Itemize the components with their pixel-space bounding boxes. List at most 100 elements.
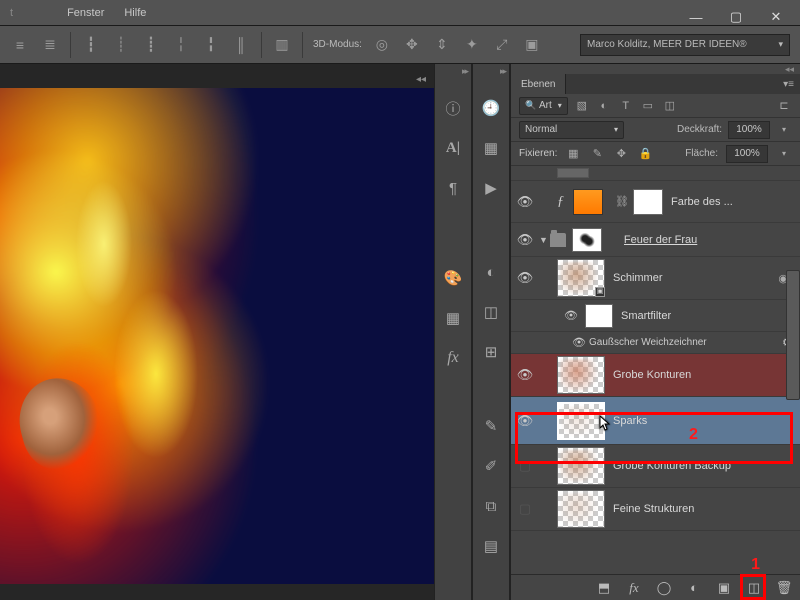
layer-row[interactable]: 👁 ▣ Schimmer ◉ bbox=[511, 257, 800, 300]
align-icon[interactable]: ≣ bbox=[40, 35, 60, 55]
filter-smart-icon[interactable]: ◫ bbox=[662, 98, 678, 114]
visibility-eye-icon[interactable]: 👁 bbox=[511, 367, 539, 383]
layers-panel: ◂◂ Ebenen ▾≡ 🔍 Art▾ ▧ ◐ T ▭ ◫ ⊏ Normal▾ … bbox=[510, 64, 800, 600]
distribute-icon[interactable]: ╏ bbox=[201, 35, 221, 55]
lock-position-icon[interactable]: ✥ bbox=[613, 146, 629, 162]
3d-dolly-icon[interactable]: ⇕ bbox=[432, 35, 452, 55]
layer-group-row[interactable]: 👁 ▼ Feuer der Frau bbox=[511, 223, 800, 257]
visibility-eye-icon[interactable]: 👁 bbox=[569, 336, 589, 349]
filter-pixel-icon[interactable]: ▧ bbox=[574, 98, 590, 114]
distribute-icon[interactable]: ║ bbox=[231, 35, 251, 55]
layer-name: Farbe des ... bbox=[671, 196, 794, 208]
layer-mask-icon[interactable]: ◯ bbox=[656, 580, 672, 596]
menu-fenster[interactable]: Fenster bbox=[67, 7, 104, 19]
3d-mode-label: 3D-Modus: bbox=[313, 39, 362, 50]
filter-mask-thumb bbox=[585, 304, 613, 328]
filter-toggle[interactable]: ⊏ bbox=[776, 98, 792, 114]
adjustment-layer-icon[interactable]: ◐ bbox=[686, 580, 702, 596]
color-icon[interactable]: ▦ bbox=[443, 308, 463, 328]
minimize-button[interactable]: — bbox=[687, 10, 705, 24]
collapsed-panel-strip-2: ▸▸ 🕘 ▦ ▶ ◐ ◫ ⊞ ✎ ✐ ⧉ ▤ bbox=[472, 64, 510, 600]
channels-icon[interactable]: ◫ bbox=[481, 302, 501, 322]
disclosure-open-icon[interactable]: ▼ bbox=[539, 235, 548, 245]
layer-name: Feuer der Frau bbox=[624, 234, 794, 246]
layer-name: Sparks bbox=[613, 415, 794, 427]
visibility-off-icon[interactable]: ▢ bbox=[511, 458, 539, 474]
new-layer-icon[interactable]: ◫ bbox=[746, 580, 762, 596]
blend-mode-dropdown[interactable]: Normal▾ bbox=[519, 121, 624, 139]
chevron-down-icon[interactable]: ▾ bbox=[776, 122, 792, 138]
3d-scale-icon[interactable]: ⤢ bbox=[492, 35, 512, 55]
collapse-icon[interactable]: ◂◂ bbox=[416, 74, 426, 88]
info-icon[interactable]: ⓘ bbox=[443, 98, 463, 118]
filter-type-icon[interactable]: T bbox=[618, 98, 634, 114]
close-button[interactable]: ✕ bbox=[767, 10, 785, 24]
new-group-icon[interactable]: ▣ bbox=[716, 580, 732, 596]
adjustments-icon[interactable]: ◐ bbox=[481, 262, 501, 282]
navigator-icon[interactable]: ⊞ bbox=[481, 342, 501, 362]
distribute-icon[interactable]: ┇ bbox=[81, 35, 101, 55]
clone-source-icon[interactable]: ⧉ bbox=[481, 496, 501, 516]
visibility-eye-icon[interactable]: 👁 bbox=[511, 194, 539, 210]
styles-icon[interactable]: fx bbox=[443, 348, 463, 368]
chevron-down-icon[interactable]: ▾ bbox=[776, 146, 792, 162]
visibility-off-icon[interactable]: ▢ bbox=[511, 501, 539, 517]
filter-adjust-icon[interactable]: ◐ bbox=[596, 98, 612, 114]
opacity-input[interactable]: 100% bbox=[728, 121, 770, 139]
lock-transparency-icon[interactable]: ▦ bbox=[565, 146, 581, 162]
smartfilter-item[interactable]: 👁 Gaußscher Weichzeichner ⚙ bbox=[511, 332, 800, 354]
options-bar: ≡ ≣ ┇ ┊ ┋ ╎ ╏ ║ ▥ 3D-Modus: ◎ ✥ ⇕ ✦ ⤢ ▣ … bbox=[0, 26, 800, 64]
3d-slide-icon[interactable]: ✦ bbox=[462, 35, 482, 55]
visibility-eye-icon[interactable]: 👁 bbox=[511, 232, 539, 248]
visibility-eye-icon[interactable]: 👁 bbox=[511, 270, 539, 286]
history-icon[interactable]: 🕘 bbox=[481, 98, 501, 118]
layer-row[interactable]: 👁 ƒ ⛓ Farbe des ... bbox=[511, 181, 800, 223]
link-layers-icon[interactable]: ⬒ bbox=[596, 580, 612, 596]
align-icon[interactable]: ≡ bbox=[10, 35, 30, 55]
play-icon[interactable]: ▶ bbox=[481, 178, 501, 198]
fill-input[interactable]: 100% bbox=[726, 145, 768, 163]
layer-fx-icon[interactable]: fx bbox=[626, 580, 642, 596]
distribute-icon[interactable]: ╎ bbox=[171, 35, 191, 55]
workspace-label: Marco Kolditz, MEER DER IDEEN® bbox=[587, 39, 747, 50]
tool-presets-icon[interactable]: ▤ bbox=[481, 536, 501, 556]
layer-row[interactable]: ▢ Grobe Konturen Backup bbox=[511, 445, 800, 488]
brush-icon[interactable]: ✎ bbox=[481, 416, 501, 436]
3d-camera-icon[interactable]: ▣ bbox=[522, 35, 542, 55]
brush-presets-icon[interactable]: ✐ bbox=[481, 456, 501, 476]
canvas[interactable] bbox=[0, 88, 440, 584]
expand-icon[interactable]: ▸▸ bbox=[500, 66, 505, 77]
layer-filter-bar: 🔍 Art▾ ▧ ◐ T ▭ ◫ ⊏ bbox=[511, 94, 800, 118]
actions-icon[interactable]: ▦ bbox=[481, 138, 501, 158]
layer-row[interactable]: 👁 Grobe Konturen bbox=[511, 354, 800, 397]
filter-shape-icon[interactable]: ▭ bbox=[640, 98, 656, 114]
visibility-eye-icon[interactable]: 👁 bbox=[511, 413, 539, 429]
distribute-icon[interactable]: ┋ bbox=[141, 35, 161, 55]
distribute-icon[interactable]: ▥ bbox=[272, 35, 292, 55]
smartfilter-row[interactable]: 👁 Smartfilter bbox=[511, 300, 800, 332]
layer-row[interactable]: ▢ Feine Strukturen bbox=[511, 488, 800, 531]
scrollbar-thumb[interactable] bbox=[786, 270, 800, 400]
workspace-dropdown[interactable]: Marco Kolditz, MEER DER IDEEN® ▾ bbox=[580, 34, 790, 56]
filter-kind-dropdown[interactable]: 🔍 Art▾ bbox=[519, 97, 568, 115]
paragraph-icon[interactable]: ¶ bbox=[443, 178, 463, 198]
delete-layer-icon[interactable]: 🗑 bbox=[776, 580, 792, 596]
mask-thumb bbox=[633, 189, 663, 215]
mask-thumb bbox=[572, 228, 602, 252]
layer-name: Schimmer bbox=[613, 272, 778, 284]
panel-menu-icon[interactable]: ▾≡ bbox=[777, 79, 800, 90]
lock-all-icon[interactable]: 🔒 bbox=[637, 146, 653, 162]
menu-hilfe[interactable]: Hilfe bbox=[124, 7, 146, 19]
3d-pan-icon[interactable]: ✥ bbox=[402, 35, 422, 55]
visibility-eye-icon[interactable]: 👁 bbox=[557, 309, 585, 322]
expand-icon[interactable]: ▸▸ bbox=[462, 66, 467, 77]
layer-row-selected[interactable]: 👁 Sparks bbox=[511, 397, 800, 445]
tab-layers[interactable]: Ebenen bbox=[511, 74, 566, 94]
swatches-icon[interactable]: 🎨 bbox=[443, 268, 463, 288]
character-icon[interactable]: A| bbox=[443, 138, 463, 158]
distribute-icon[interactable]: ┊ bbox=[111, 35, 131, 55]
maximize-button[interactable]: ▢ bbox=[727, 10, 745, 24]
3d-orbit-icon[interactable]: ◎ bbox=[372, 35, 392, 55]
collapsed-panel-strip: ▸▸ ⓘ A| ¶ 🎨 ▦ fx bbox=[434, 64, 472, 600]
lock-pixels-icon[interactable]: ✎ bbox=[589, 146, 605, 162]
